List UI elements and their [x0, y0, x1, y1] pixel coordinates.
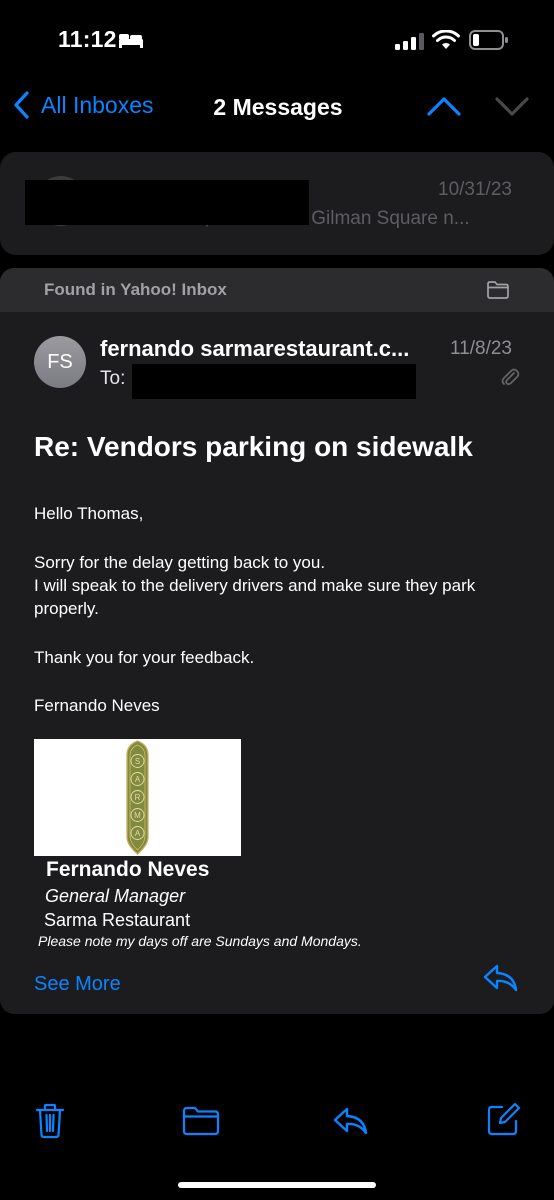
logo-letter-2: A	[135, 775, 141, 784]
closing-name: Fernando Neves	[34, 696, 160, 715]
message-card: Found in Yahoo! Inbox FS fernando sarmar…	[0, 268, 554, 1014]
previous-message-chevron-up-icon[interactable]	[425, 92, 463, 120]
home-indicator	[178, 1182, 376, 1188]
folder-icon[interactable]	[486, 280, 510, 300]
message-subject: Re: Vendors parking on sidewalk	[34, 431, 473, 462]
signature-name: Fernando Neves	[46, 858, 210, 881]
sarma-logo-image: S A R M A	[34, 739, 241, 856]
message-date: 11/8/23	[450, 338, 512, 359]
logo-letter-5: A	[135, 829, 141, 838]
signature-company: Sarma Restaurant	[44, 910, 191, 930]
signature-note: Please note my days off are Sundays and …	[38, 933, 362, 949]
chevron-left-icon	[14, 91, 29, 119]
previous-message-date: 10/31/23	[438, 179, 512, 200]
sarma-logo: S A R M A	[126, 740, 149, 855]
signature-title: General Manager	[45, 886, 186, 906]
body-line-2: I will speak to the delivery drivers and…	[34, 576, 476, 618]
body-line-1: Sorry for the delay getting back to you.	[34, 553, 326, 572]
reply-toolbar-icon[interactable]	[332, 1104, 370, 1138]
next-message-chevron-down-icon[interactable]	[493, 92, 531, 120]
back-button[interactable]: All Inboxes	[10, 90, 154, 120]
greeting-text: Hello Thomas,	[34, 504, 144, 523]
compose-icon[interactable]	[486, 1101, 522, 1137]
redacted-recipient-block	[132, 364, 416, 399]
back-label: All Inboxes	[41, 91, 154, 118]
logo-letter-1: S	[135, 757, 140, 766]
found-in-label: Found in Yahoo! Inbox	[44, 280, 227, 299]
wifi-icon	[432, 30, 460, 49]
trash-icon[interactable]	[34, 1103, 66, 1139]
logo-letter-4: M	[134, 811, 141, 820]
move-to-folder-icon[interactable]	[182, 1106, 220, 1136]
redacted-sender-block	[25, 180, 309, 225]
to-label: To:	[100, 368, 126, 389]
cellular-signal-icon	[395, 33, 424, 50]
reply-icon[interactable]	[481, 961, 521, 995]
thanks-text: Thank you for your feedback.	[34, 648, 255, 667]
battery-icon	[469, 30, 508, 50]
sleep-bed-icon	[119, 34, 143, 48]
sender-name[interactable]: fernando sarmarestaurant.c...	[100, 336, 409, 362]
see-more-link[interactable]: See More	[34, 973, 121, 996]
sender-avatar: FS	[34, 336, 86, 388]
found-in-banner: Found in Yahoo! Inbox	[0, 268, 554, 312]
attachment-paperclip-icon	[501, 368, 520, 386]
status-time: 11:12	[58, 26, 117, 52]
logo-letter-3: R	[135, 793, 141, 802]
collapsed-message-card[interactable]: 10/31/23 Hi Fernando, I live in the Gilm…	[0, 152, 554, 255]
